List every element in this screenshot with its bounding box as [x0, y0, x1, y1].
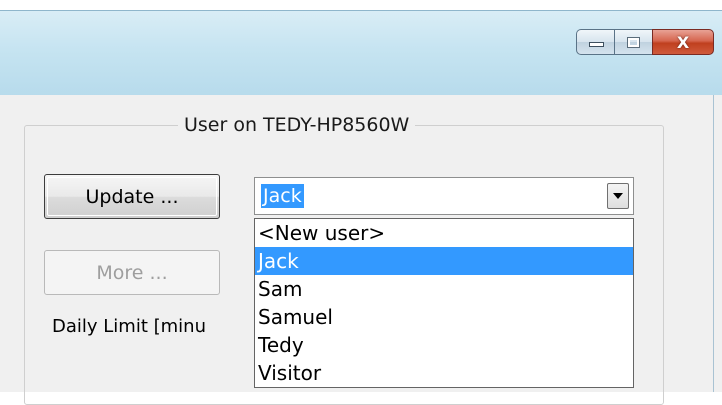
more-button[interactable]: More ...	[44, 250, 220, 295]
list-item[interactable]: Jack	[255, 247, 633, 275]
list-item[interactable]: Visitor	[255, 359, 633, 387]
list-item[interactable]: Tedy	[255, 331, 633, 359]
minimize-button[interactable]	[576, 29, 614, 55]
window-titlebar[interactable]: X	[0, 10, 722, 96]
maximize-icon	[627, 36, 640, 48]
update-button[interactable]: Update ...	[44, 174, 220, 219]
list-item[interactable]: <New user>	[255, 219, 633, 247]
maximize-button[interactable]	[614, 29, 652, 55]
window-controls: X	[576, 29, 714, 56]
list-item[interactable]: Sam	[255, 275, 633, 303]
chevron-down-icon	[613, 193, 623, 199]
close-button[interactable]: X	[652, 29, 714, 55]
close-icon: X	[676, 32, 690, 52]
user-dropdown-list: <New user> Jack Sam Samuel Tedy Visitor	[254, 218, 634, 388]
combobox-dropdown-button[interactable]	[607, 183, 629, 209]
combobox-value: Jack	[261, 184, 304, 208]
minimize-icon	[589, 42, 604, 47]
user-combobox[interactable]: Jack	[254, 177, 634, 215]
list-item[interactable]: Samuel	[255, 303, 633, 331]
daily-limit-label: Daily Limit [minu	[52, 316, 206, 337]
group-title: User on TEDY-HP8560W	[178, 114, 416, 136]
